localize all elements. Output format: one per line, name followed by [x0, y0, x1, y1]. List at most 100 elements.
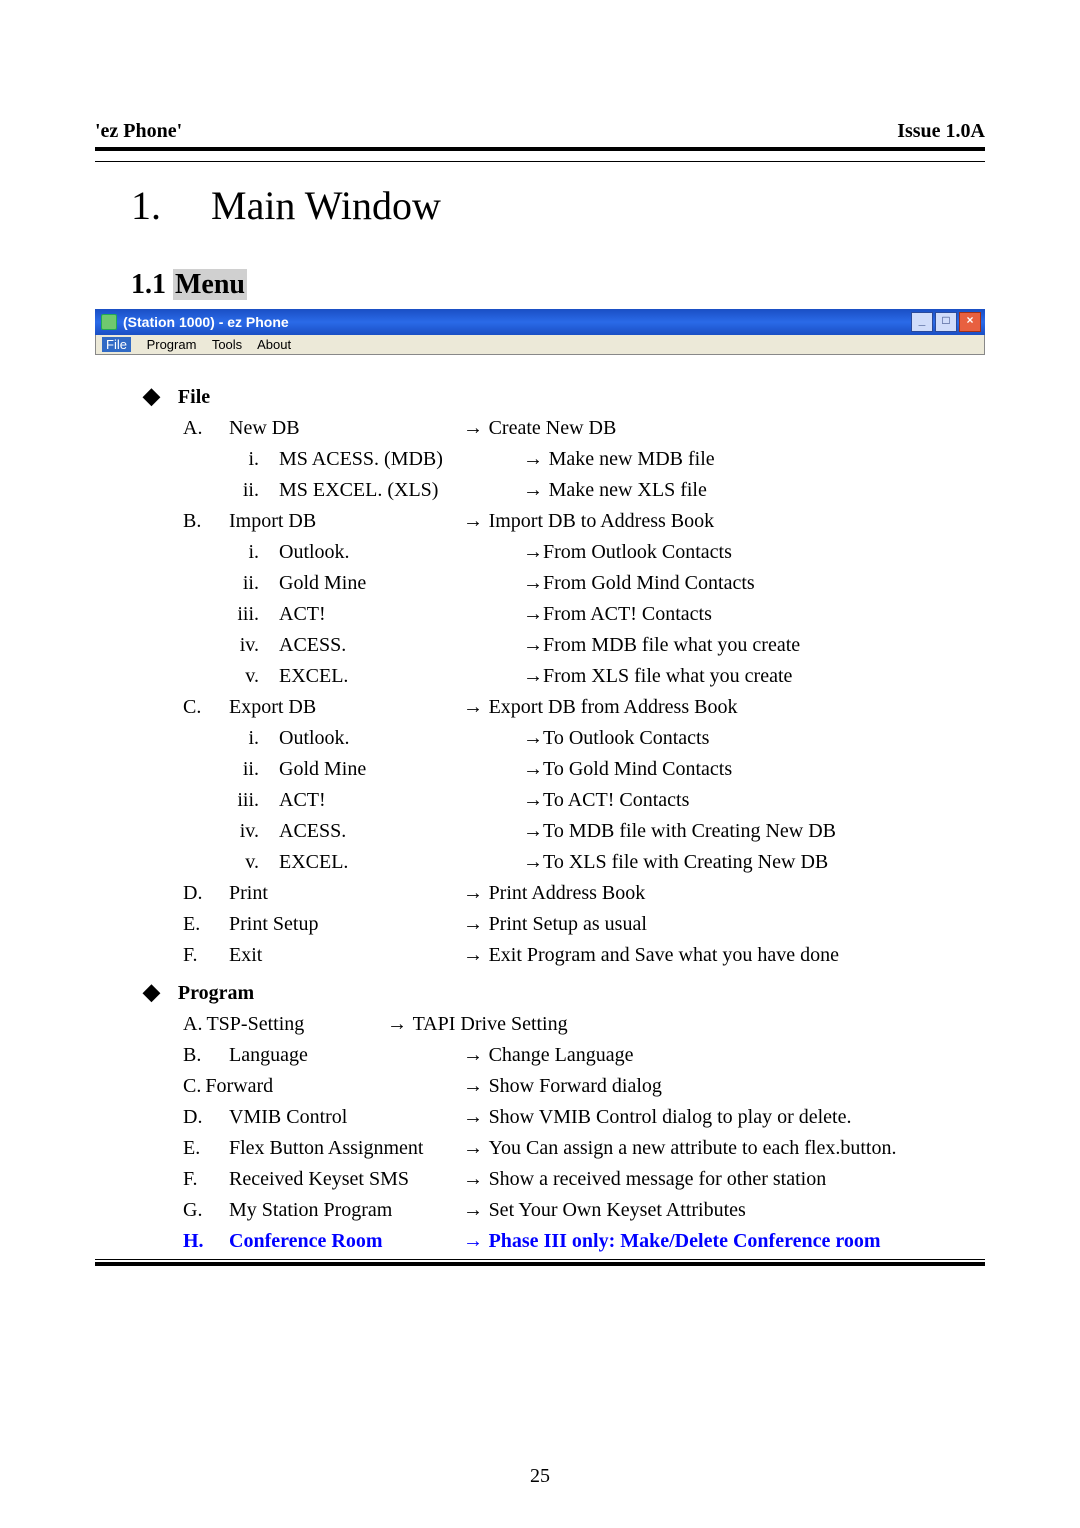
- file-aii-marker: ii.: [199, 475, 259, 506]
- prog-c-desc: Show Forward dialog: [489, 1075, 662, 1097]
- file-bii-marker: ii.: [199, 568, 259, 599]
- file-c-marker: C.: [183, 692, 229, 723]
- file-f-label: Exit: [229, 940, 262, 971]
- window-titlebar: (Station 1000) - ez Phone _ □ ×: [95, 309, 985, 335]
- prog-h-desc: Phase III only: Make/Delete Conference r…: [489, 1230, 881, 1252]
- prog-d-label: VMIB Control: [229, 1102, 347, 1133]
- prog-g-marker: G.: [183, 1195, 229, 1226]
- file-f-desc: Exit Program and Save what you have done: [489, 944, 839, 966]
- file-ciii-marker: iii.: [199, 785, 259, 816]
- rule-thin-bottom: [95, 1259, 985, 1260]
- section-file-label: File: [178, 382, 210, 413]
- rule-thin-top: [95, 161, 985, 162]
- window-menubar: File Program Tools About: [95, 335, 985, 355]
- menubar-tools[interactable]: Tools: [212, 337, 242, 352]
- file-b-label: Import DB: [229, 506, 316, 537]
- file-bv-label: EXCEL.: [279, 661, 348, 692]
- prog-b-marker: B.: [183, 1040, 229, 1071]
- prog-d-desc: Show VMIB Control dialog to play or dele…: [489, 1106, 852, 1128]
- file-ciii-desc: To ACT! Contacts: [543, 789, 689, 811]
- rule-thick-top: [95, 147, 985, 151]
- doc-header-left: 'ez Phone': [95, 120, 182, 143]
- file-ai-desc: Make new MDB file: [549, 448, 715, 470]
- minimize-button[interactable]: _: [911, 312, 933, 332]
- file-cii-desc: To Gold Mind Contacts: [543, 758, 732, 780]
- h2-number: 1.1: [131, 269, 166, 301]
- prog-b-desc: Change Language: [489, 1044, 634, 1066]
- file-e-marker: E.: [183, 909, 229, 940]
- file-bii-label: Gold Mine: [279, 568, 366, 599]
- file-e-label: Print Setup: [229, 909, 318, 940]
- file-d-desc: Print Address Book: [489, 882, 646, 904]
- file-aii-label: MS EXCEL. (XLS): [279, 475, 438, 506]
- prog-g-desc: Set Your Own Keyset Attributes: [489, 1199, 746, 1221]
- prog-c-label: Forward: [205, 1071, 273, 1102]
- file-cv-label: EXCEL.: [279, 847, 348, 878]
- file-civ-label: ACESS.: [279, 816, 346, 847]
- file-bi-desc: From Outlook Contacts: [543, 541, 732, 563]
- file-civ-marker: iv.: [199, 816, 259, 847]
- file-b-marker: B.: [183, 506, 229, 537]
- file-biv-marker: iv.: [199, 630, 259, 661]
- menubar-program[interactable]: Program: [147, 337, 197, 352]
- file-cii-marker: ii.: [199, 754, 259, 785]
- diamond-icon: ◆: [143, 379, 160, 413]
- file-ci-desc: To Outlook Contacts: [543, 727, 709, 749]
- prog-e-label: Flex Button Assignment: [229, 1133, 423, 1164]
- h1-text: Main Window: [211, 183, 441, 228]
- file-biv-label: ACESS.: [279, 630, 346, 661]
- prog-c-marker: C.: [183, 1071, 201, 1102]
- prog-a-label: TSP-Setting: [206, 1009, 304, 1040]
- file-b-desc: Import DB to Address Book: [489, 510, 715, 532]
- file-d-label: Print: [229, 878, 268, 909]
- prog-h-label: Conference Room: [229, 1226, 382, 1257]
- prog-f-desc: Show a received message for other statio…: [489, 1168, 827, 1190]
- file-ai-label: MS ACESS. (MDB): [279, 444, 443, 475]
- menubar-about[interactable]: About: [257, 337, 291, 352]
- file-e-desc: Print Setup as usual: [489, 913, 647, 935]
- section-program-label: Program: [178, 978, 254, 1009]
- file-cii-label: Gold Mine: [279, 754, 366, 785]
- prog-e-marker: E.: [183, 1133, 229, 1164]
- file-biv-desc: From MDB file what you create: [543, 634, 800, 656]
- heading-main-window: 1.Main Window: [131, 182, 985, 229]
- prog-b-label: Language: [229, 1040, 308, 1071]
- file-d-marker: D.: [183, 878, 229, 909]
- prog-h-marker: H.: [183, 1226, 229, 1257]
- maximize-button[interactable]: □: [935, 312, 957, 332]
- file-ci-label: Outlook.: [279, 723, 350, 754]
- prog-d-marker: D.: [183, 1102, 229, 1133]
- window-title: (Station 1000) - ez Phone: [123, 314, 289, 330]
- doc-header-right: Issue 1.0A: [897, 120, 985, 143]
- file-ai-marker: i.: [199, 444, 259, 475]
- file-ciii-label: ACT!: [279, 785, 326, 816]
- prog-g-label: My Station Program: [229, 1195, 392, 1226]
- h1-number: 1.: [131, 182, 211, 229]
- file-cv-marker: v.: [199, 847, 259, 878]
- menubar-file[interactable]: File: [102, 337, 131, 352]
- close-button[interactable]: ×: [959, 312, 981, 332]
- prog-a-marker: A.: [183, 1009, 202, 1040]
- file-c-desc: Export DB from Address Book: [489, 696, 738, 718]
- file-a-label: New DB: [229, 413, 300, 444]
- prog-f-marker: F.: [183, 1164, 229, 1195]
- file-biii-marker: iii.: [199, 599, 259, 630]
- prog-e-desc: You Can assign a new attribute to each f…: [489, 1137, 897, 1159]
- diamond-icon: ◆: [143, 975, 160, 1009]
- rule-thick-bottom: [95, 1262, 985, 1266]
- file-biii-label: ACT!: [279, 599, 326, 630]
- file-f-marker: F.: [183, 940, 229, 971]
- app-icon: [101, 314, 117, 330]
- prog-a-desc: TAPI Drive Setting: [413, 1013, 568, 1035]
- page-number: 25: [0, 1465, 1080, 1488]
- heading-menu: 1.1 Menu: [131, 269, 985, 301]
- file-a-desc: Create New DB: [489, 417, 617, 439]
- file-ci-marker: i.: [199, 723, 259, 754]
- file-bv-desc: From XLS file what you create: [543, 665, 792, 687]
- file-bv-marker: v.: [199, 661, 259, 692]
- h2-text: Menu: [173, 269, 247, 300]
- app-window-screenshot: (Station 1000) - ez Phone _ □ × File Pro…: [95, 309, 985, 355]
- file-aii-desc: Make new XLS file: [549, 479, 707, 501]
- file-a-marker: A.: [183, 413, 229, 444]
- prog-f-label: Received Keyset SMS: [229, 1164, 409, 1195]
